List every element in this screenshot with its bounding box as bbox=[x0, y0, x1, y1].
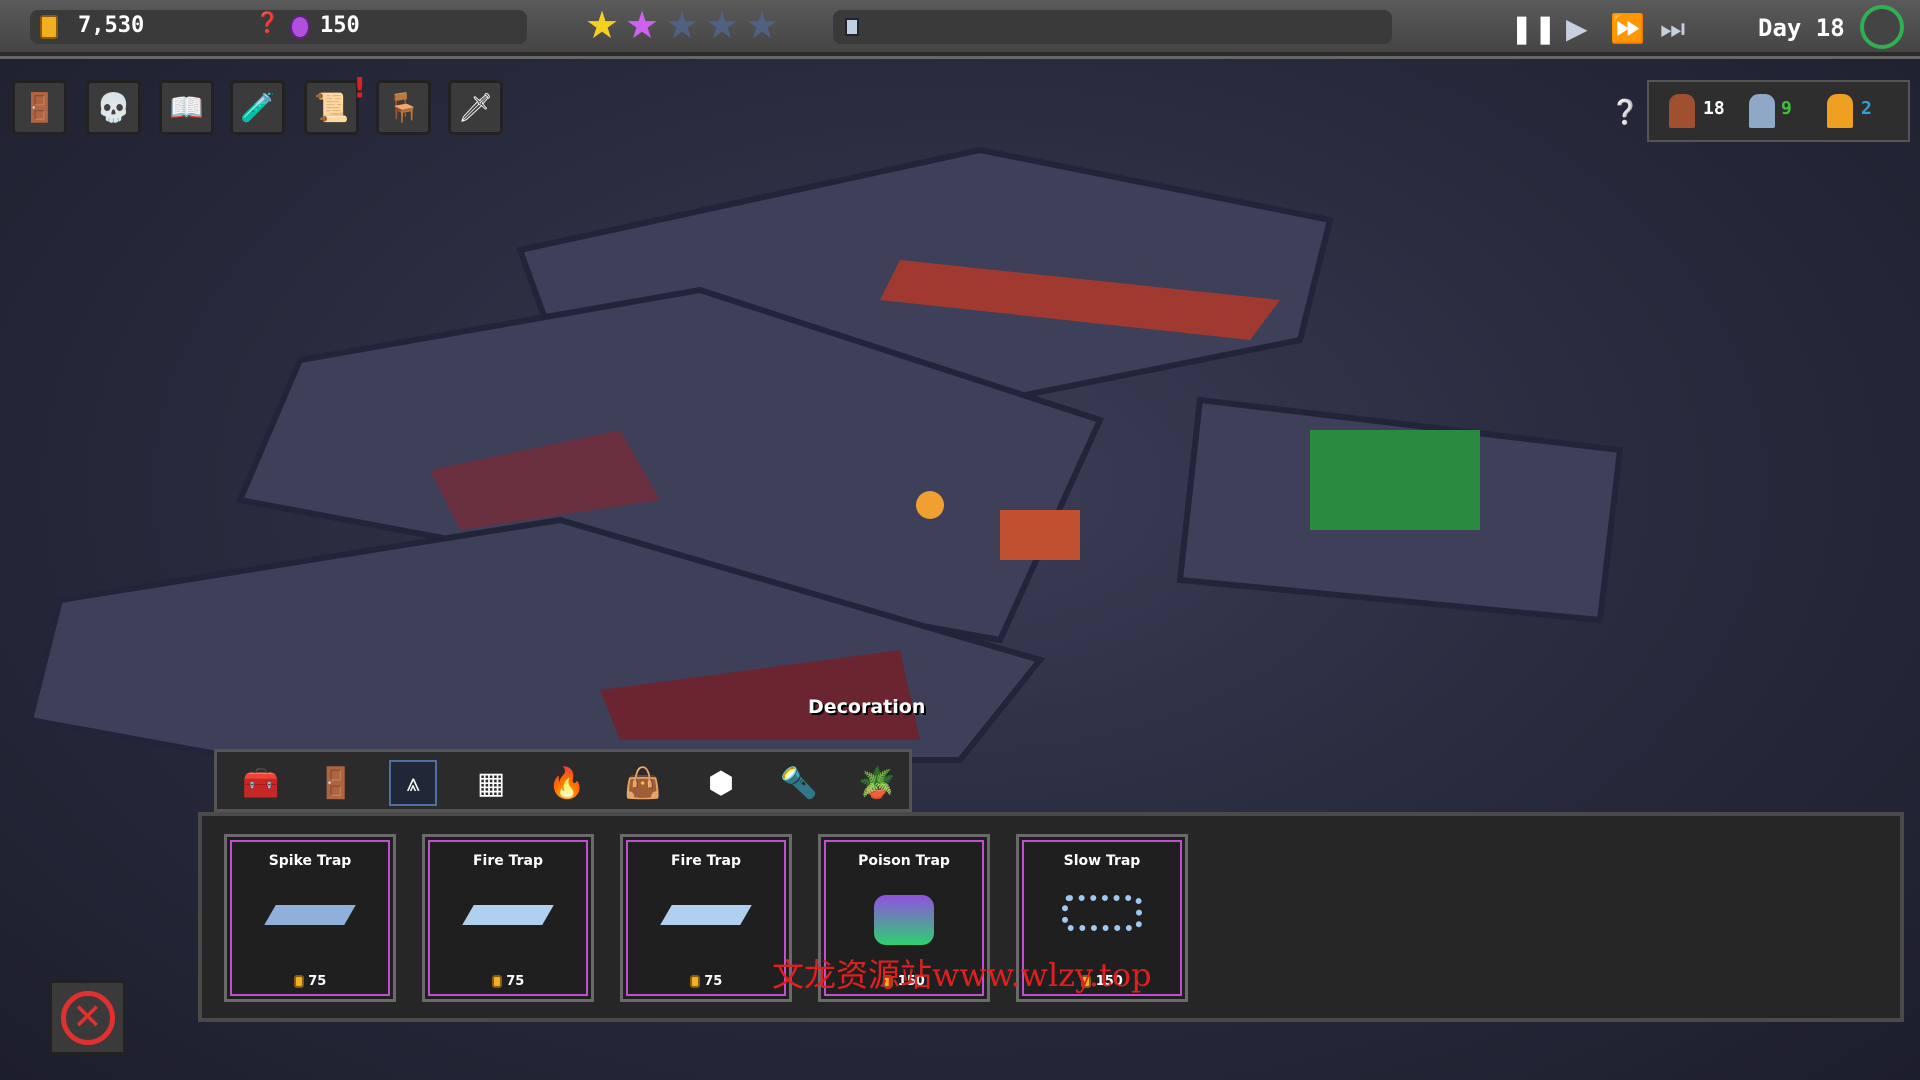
noble-icon bbox=[1827, 94, 1853, 128]
hero-icon: 🗡 bbox=[457, 91, 494, 124]
price-value: 75 bbox=[506, 974, 525, 989]
category-sack[interactable]: 👜 bbox=[619, 760, 667, 806]
category-trap[interactable]: ⩓ bbox=[389, 760, 437, 806]
fireplace-icon: 🔥 bbox=[548, 765, 586, 801]
card-fire-trap[interactable]: Fire Trap 75 bbox=[422, 834, 594, 1002]
category-tile[interactable]: ▦ bbox=[467, 760, 515, 806]
day-counter: Day 18 bbox=[1758, 14, 1845, 42]
play-button[interactable]: ▶ bbox=[1566, 12, 1588, 45]
category-plant[interactable]: 🪴 bbox=[853, 760, 901, 806]
resource-bar: 7,530 ❓ 150 bbox=[30, 10, 527, 44]
card-title: Poison Trap bbox=[858, 853, 950, 869]
help-bubble-icon[interactable]: ❓ bbox=[255, 10, 280, 34]
skip-button[interactable]: ⏭ bbox=[1660, 12, 1685, 46]
card-title: Fire Trap bbox=[472, 853, 544, 869]
card-spike-trap[interactable]: Spike Trap 75 bbox=[224, 834, 396, 1002]
star-icon-empty: ★ bbox=[705, 3, 740, 47]
worker-count: 18 bbox=[1703, 98, 1725, 119]
category-torch[interactable]: 🔦 bbox=[775, 760, 823, 806]
price-value: 75 bbox=[308, 974, 327, 989]
plant-icon: 🪴 bbox=[858, 765, 896, 801]
guard-icon bbox=[1749, 94, 1775, 128]
throne-button[interactable]: 🪑 bbox=[376, 80, 431, 135]
skull-button[interactable]: 💀 bbox=[86, 80, 141, 135]
book-icon: 📖 bbox=[169, 91, 204, 124]
spellbook-button[interactable]: 📖 bbox=[159, 80, 214, 135]
portal-icon: 🚪 bbox=[22, 91, 57, 124]
portal-button[interactable]: 🚪 bbox=[12, 80, 67, 135]
ingredients-icon: 🧪 bbox=[240, 91, 275, 124]
category-door[interactable]: 🚪 bbox=[312, 760, 360, 806]
pillar-icon: ⬢ bbox=[707, 765, 735, 801]
close-button[interactable]: ✕ bbox=[49, 980, 126, 1055]
fire bbox=[916, 491, 944, 519]
chest-icon: 🧰 bbox=[242, 765, 280, 801]
star-icon-filled: ★ bbox=[625, 3, 660, 47]
card-price: 75 bbox=[227, 974, 393, 989]
population-panel: 18 9 2 bbox=[1647, 80, 1910, 142]
gem-icon bbox=[290, 15, 310, 39]
torch-icon: 🔦 bbox=[780, 765, 818, 801]
star-icon-empty: ★ bbox=[665, 3, 700, 47]
spike-trap-icon bbox=[264, 905, 356, 925]
gold-amount: 7,530 bbox=[78, 13, 145, 38]
gold-coin-icon bbox=[40, 15, 58, 39]
category-pillar[interactable]: ⬢ bbox=[697, 760, 745, 806]
star-icon-empty: ★ bbox=[745, 3, 780, 47]
pause-button[interactable]: ❚❚ bbox=[1510, 12, 1557, 45]
card-fire-trap[interactable]: Fire Trap 75 bbox=[620, 834, 792, 1002]
table bbox=[1000, 510, 1080, 560]
card-price: 75 bbox=[623, 974, 789, 989]
price-value: 75 bbox=[704, 974, 723, 989]
fire-trap-icon bbox=[462, 905, 554, 925]
card-title: Spike Trap bbox=[268, 853, 352, 869]
slow-trap-icon bbox=[1062, 895, 1142, 931]
skull-icon: 💀 bbox=[96, 91, 131, 124]
noble-count: 2 bbox=[1861, 98, 1872, 119]
throne-icon: 🪑 bbox=[386, 91, 421, 124]
settings-gear-icon[interactable] bbox=[1860, 5, 1904, 49]
guard-count: 9 bbox=[1781, 98, 1792, 119]
quest-board-icon: 📜 bbox=[314, 91, 349, 124]
coin-icon bbox=[491, 975, 502, 988]
hero-button[interactable]: 🗡 bbox=[448, 80, 503, 135]
alert-icon: ! bbox=[353, 71, 366, 104]
ingredients-button[interactable]: 🧪 bbox=[230, 80, 285, 135]
coin-icon bbox=[689, 975, 700, 988]
garden-plants bbox=[1310, 430, 1480, 530]
door-icon: 🚪 bbox=[317, 765, 355, 801]
category-bar: 🧰 🚪 ⩓ ▦ 🔥 👜 ⬢ 🔦 🪴 bbox=[214, 749, 912, 812]
close-icon: ✕ bbox=[60, 990, 115, 1045]
help-icon[interactable]: ❔ bbox=[1610, 98, 1640, 126]
spike-icon: ⩓ bbox=[406, 769, 420, 797]
worker-icon bbox=[1669, 94, 1695, 128]
card-price: 75 bbox=[425, 974, 591, 989]
hover-label: Decoration bbox=[808, 696, 926, 718]
poison-trap-icon bbox=[874, 895, 934, 945]
fire-trap-icon bbox=[660, 905, 752, 925]
gem-amount: 150 bbox=[320, 13, 360, 38]
tile-icon: ▦ bbox=[476, 765, 506, 801]
sack-icon: 👜 bbox=[624, 765, 662, 801]
quest-board-button[interactable]: 📜! bbox=[304, 71, 366, 135]
category-fireplace[interactable]: 🔥 bbox=[543, 760, 591, 806]
category-chest[interactable]: 🧰 bbox=[237, 760, 285, 806]
star-icon-filled: ★ bbox=[585, 3, 620, 47]
watermark: 文龙资源站www.wlzy.top bbox=[772, 956, 1152, 994]
card-title: Slow Trap bbox=[1063, 853, 1141, 869]
calendar-icon bbox=[845, 18, 859, 36]
event-bar bbox=[833, 10, 1392, 44]
card-title: Fire Trap bbox=[670, 853, 742, 869]
coin-icon bbox=[293, 975, 304, 988]
fast-forward-button[interactable]: ⏩ bbox=[1610, 12, 1645, 45]
